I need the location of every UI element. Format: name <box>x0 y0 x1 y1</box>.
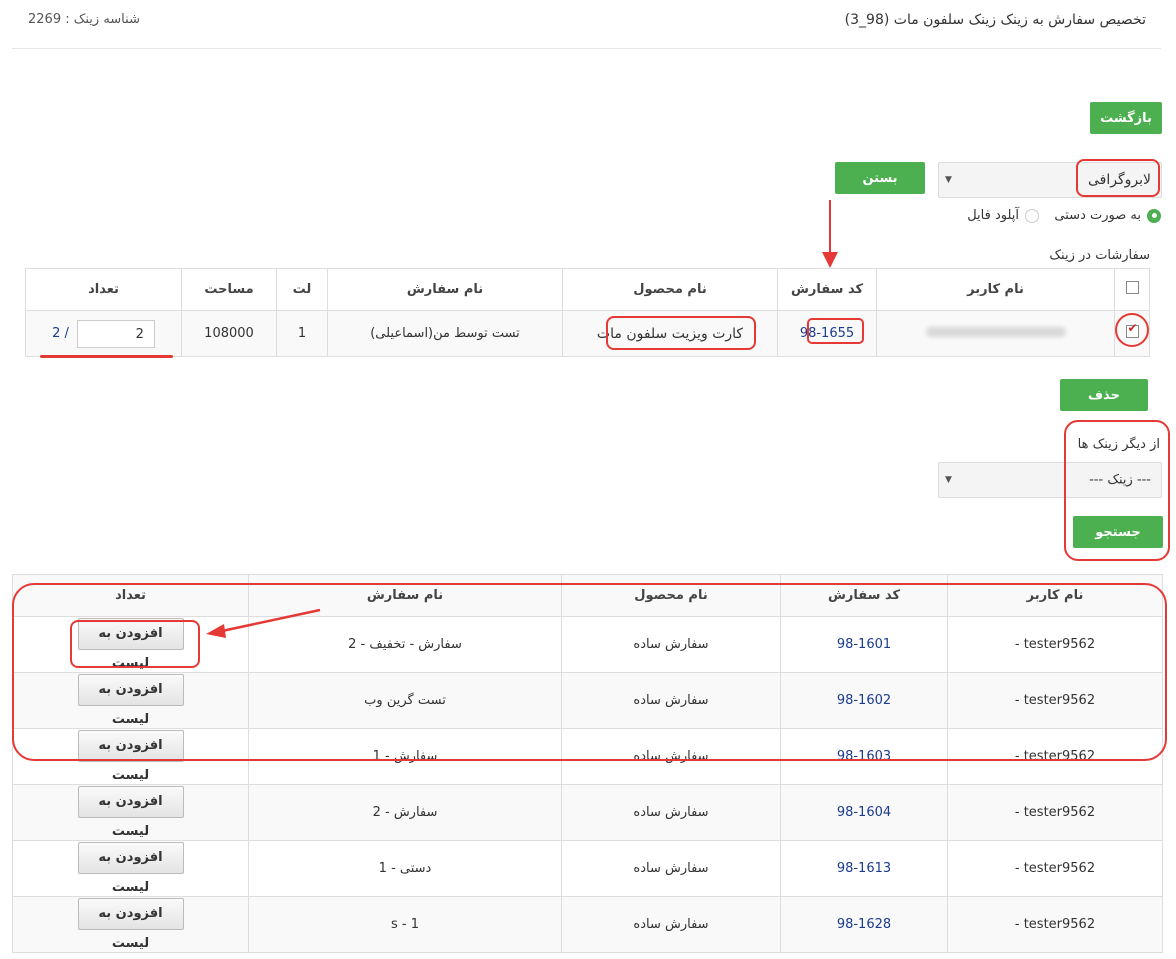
col-lat: لت <box>276 268 328 311</box>
select-all-cell <box>1114 268 1150 311</box>
add-to-list-button[interactable]: افزودن به لیست <box>77 730 184 783</box>
order-code-link[interactable]: 98-1604 <box>837 805 891 820</box>
row-product: سفارش ساده <box>561 616 781 673</box>
row-code[interactable]: 98-1602 <box>780 672 948 729</box>
checkmark-icon: ✔ <box>1127 321 1138 335</box>
order-code-link[interactable]: 98-1613 <box>837 861 891 876</box>
row-code[interactable]: 98-1601 <box>780 616 948 673</box>
delete-button[interactable]: حذف <box>1060 379 1148 411</box>
row-product: سفارش ساده <box>561 728 781 785</box>
row-order-name: s - 1 <box>248 896 562 953</box>
annotation-arrow-left <box>206 608 321 638</box>
radio-unchecked-icon <box>1025 208 1039 223</box>
row-code[interactable]: 98-1613 <box>780 840 948 897</box>
order-code-link[interactable]: 98-1628 <box>837 917 891 932</box>
add-to-list-button[interactable]: افزودن به لیست <box>77 674 184 727</box>
table-row: tester9562 - 98-1613 سفارش ساده دستی - 1 افز… <box>12 840 1163 897</box>
zinc-orders-title: سفارشات در زینک <box>1049 248 1150 263</box>
row-qty: افزودن به لیست <box>12 784 249 841</box>
row-order-name: تست گرین وب <box>248 672 562 729</box>
select-all-checkbox[interactable] <box>1125 281 1139 294</box>
row-product: سفارش ساده <box>561 896 781 953</box>
table-row: tester9562 - 98-1603 سفارش ساده سفارش - 1 اف… <box>12 728 1163 785</box>
search-button[interactable]: جستجو <box>1073 516 1163 548</box>
row-qty: افزودن به لیست <box>12 896 249 953</box>
order-code-link[interactable]: 98-1603 <box>837 749 891 764</box>
row-qty: 2 / 2 <box>25 310 182 357</box>
add-to-list-button[interactable]: افزودن به لیست <box>77 898 184 951</box>
available-orders-table: نام کاربر کد سفارش نام محصول نام سفارش ت… <box>12 574 1163 953</box>
chevron-down-icon: ▼ <box>945 175 952 185</box>
order-code-link[interactable]: 98-1602 <box>837 693 891 708</box>
col-order-name: نام سفارش <box>327 268 563 311</box>
row-order-name: سفارش - 1 <box>248 728 562 785</box>
zinc-select[interactable]: ▼ --- زینک --- <box>938 462 1162 498</box>
mode-manual-label: به صورت دستی <box>1054 208 1141 223</box>
row-code[interactable]: 98-1604 <box>780 784 948 841</box>
row-qty: افزودن به لیست <box>12 728 249 785</box>
back-button[interactable]: بازگشت <box>1090 102 1162 134</box>
row-check-cell: ✔ <box>1114 310 1150 357</box>
row-checkbox[interactable]: ✔ <box>1125 321 1139 338</box>
add-to-list-button[interactable]: افزودن به لیست <box>77 786 184 839</box>
row-product: سفارش ساده <box>561 784 781 841</box>
blurred-username <box>925 327 1066 337</box>
col-product: نام محصول <box>562 268 778 311</box>
mode-manual-option[interactable]: به صورت دستی <box>1054 208 1161 223</box>
annotation-arrow-down <box>822 200 838 268</box>
col-code: کد سفارش <box>780 574 948 617</box>
row-user: tester9562 - <box>947 840 1163 897</box>
row-code[interactable]: 98-1628 <box>780 896 948 953</box>
machine-select-value: لابروگرافی <box>1087 172 1151 188</box>
row-lat: 1 <box>276 310 328 357</box>
qty-input[interactable]: 2 <box>76 319 155 348</box>
col-code: کد سفارش <box>777 268 877 311</box>
col-qty: تعداد <box>25 268 182 311</box>
row-user: tester9562 - <box>947 896 1163 953</box>
close-button[interactable]: بستن <box>835 162 925 194</box>
order-code-link[interactable]: 98-1655 <box>800 326 854 341</box>
row-code[interactable]: 98-1603 <box>780 728 948 785</box>
row-product: کارت ویزیت سلفون مات <box>562 310 778 357</box>
col-product: نام محصول <box>561 574 781 617</box>
row-product: سفارش ساده <box>561 840 781 897</box>
row-user: tester9562 - <box>947 784 1163 841</box>
row-product: سفارش ساده <box>561 672 781 729</box>
chevron-down-icon: ▼ <box>945 475 952 485</box>
col-user: نام کاربر <box>876 268 1115 311</box>
other-zincs-label: از دیگر زینک ها <box>1077 437 1160 452</box>
order-code-link[interactable]: 98-1601 <box>837 637 891 652</box>
zinc-orders-table: نام کاربر کد سفارش نام محصول نام سفارش ل… <box>25 268 1150 357</box>
header-divider <box>12 48 1161 49</box>
qty-total: 2 / <box>52 326 69 341</box>
table-row: tester9562 - 98-1628 سفارش ساده s - 1 افزودن… <box>12 896 1163 953</box>
radio-checked-icon <box>1147 208 1161 223</box>
col-area: مساحت <box>181 268 277 311</box>
row-qty: افزودن به لیست <box>12 840 249 897</box>
row-area: 108000 <box>181 310 277 357</box>
row-qty: افزودن به لیست <box>12 672 249 729</box>
machine-select[interactable]: ▼ لابروگرافی <box>938 162 1162 198</box>
zinc-select-value: --- زینک --- <box>1089 472 1151 488</box>
add-to-list-button[interactable]: افزودن به لیست <box>77 842 184 895</box>
row-order-name: تست توسط من(اسماعیلی) <box>327 310 563 357</box>
table-row: ✔ 98-1655 کارت ویزیت سلفون مات تست توسط … <box>25 310 1150 357</box>
row-user: tester9562 - <box>947 672 1163 729</box>
zinc-id-label: شناسه زینک : 2269 <box>28 12 140 27</box>
row-user: tester9562 - <box>947 728 1163 785</box>
mode-upload-label: آپلود فایل <box>967 208 1019 223</box>
mode-upload-option[interactable]: آپلود فایل <box>967 208 1039 223</box>
row-user <box>876 310 1115 357</box>
row-order-name: سفارش - 2 <box>248 784 562 841</box>
row-order-name: دستی - 1 <box>248 840 562 897</box>
row-user: tester9562 - <box>947 616 1163 673</box>
add-to-list-button[interactable]: افزودن به لیست <box>77 618 184 671</box>
table-row: tester9562 -98-1601 سفارش ساده سفارش - تخف… <box>12 616 1163 673</box>
table-row: tester9562 - 98-1604 سفارش ساده سفارش - 2 اف… <box>12 784 1163 841</box>
col-user: نام کاربر <box>947 574 1163 617</box>
row-code[interactable]: 98-1655 <box>777 310 877 357</box>
annotation-qty-underline <box>40 355 173 358</box>
page-title: تخصیص سفارش به زینک زینک سلفون مات (98_3… <box>844 12 1146 28</box>
table-row: tester9562 - 98-1602 سفارش ساده تست گرین وب… <box>12 672 1163 729</box>
